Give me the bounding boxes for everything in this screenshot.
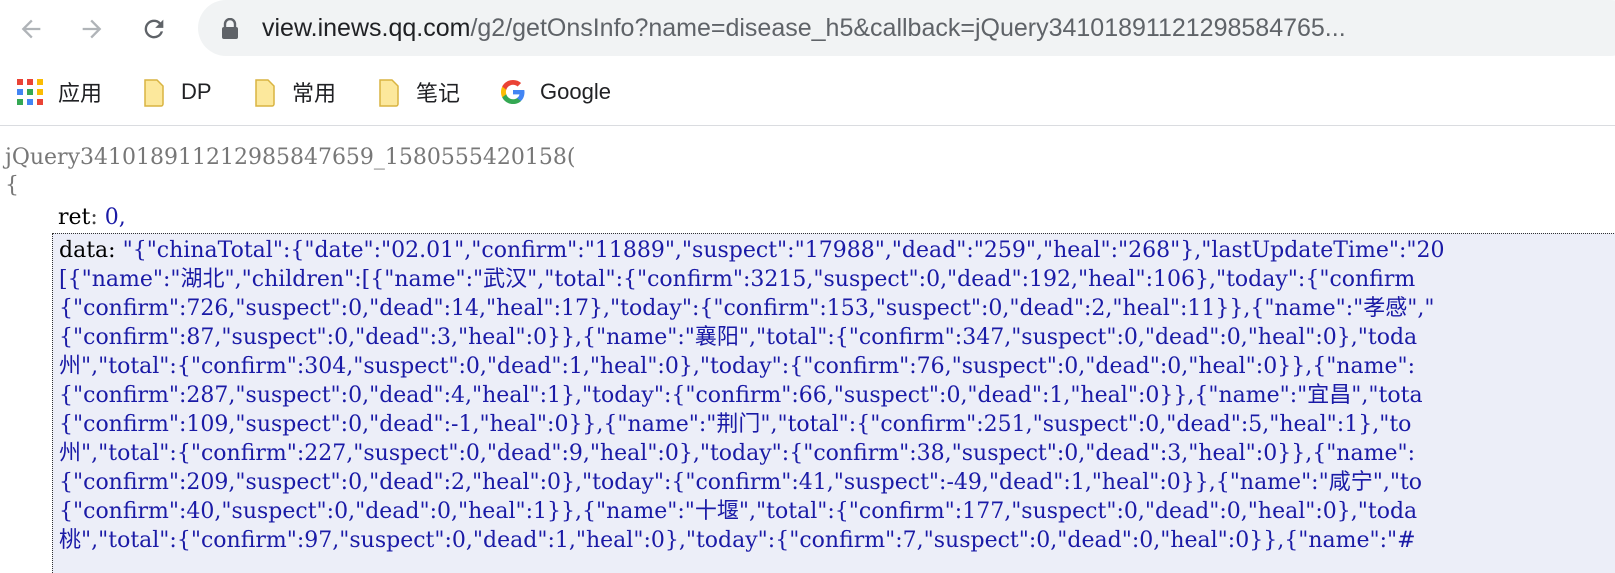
reload-icon [144, 19, 164, 39]
bookmark-label: 应用 [58, 81, 103, 106]
data-line: {"confirm":287,"suspect":0,"dead":4,"hea… [59, 383, 1423, 408]
data-line: {"confirm":209,"suspect":0,"dead":2,"hea… [59, 470, 1423, 495]
apps-grid-icon [17, 79, 43, 105]
bookmark-apps[interactable]: 应用 [16, 74, 102, 110]
bookmark-label: 常用 [292, 81, 337, 106]
data-line: {"confirm":40,"suspect":0,"dead":0,"heal… [59, 499, 1418, 524]
data-line: {"confirm":87,"suspect":0,"dead":3,"heal… [59, 325, 1418, 350]
data-line: data: "{"chinaTotal":{"date":"02.01","co… [59, 238, 1445, 263]
url-path: /g2/getOnsInfo?name=disease_h5&callback=… [470, 14, 1346, 42]
arrow-right-icon [82, 19, 102, 39]
ret-field: ret: 0, [58, 205, 126, 230]
ret-value: 0, [104, 205, 126, 230]
bookmark-notes[interactable]: 笔记 [378, 74, 460, 110]
data-line: {"confirm":109,"suspect":0,"dead":-1,"he… [59, 412, 1412, 437]
data-key: data [59, 238, 109, 263]
toolbar-divider [0, 125, 1615, 126]
url-text: view.inews.qq.com/g2/getOnsInfo?name=dis… [262, 11, 1582, 45]
bookmarks-bar: 应用 DP 常用 笔记 Google [0, 66, 1615, 118]
data-line: 州","total":{"confirm":227,"suspect":0,"d… [59, 441, 1416, 466]
data-field[interactable]: data: "{"chinaTotal":{"date":"02.01","co… [52, 233, 1615, 573]
bookmark-dp[interactable]: DP [143, 74, 212, 110]
jsonp-callback: jQuery341018911212985847659_158055542015… [5, 145, 576, 170]
forward-button[interactable] [72, 9, 112, 49]
google-icon [501, 80, 525, 104]
reload-button[interactable] [134, 9, 174, 49]
folder-icon [379, 79, 399, 107]
ret-key: ret [58, 205, 91, 230]
bookmark-label: DP [181, 79, 212, 104]
data-line-text: "{"chinaTotal":{"date":"02.01","confirm"… [115, 238, 1445, 263]
json-viewer: jQuery341018911212985847659_158055542015… [0, 127, 1615, 573]
folder-icon [144, 79, 164, 107]
folder-icon [255, 79, 275, 107]
back-button[interactable] [11, 9, 51, 49]
address-bar[interactable]: view.inews.qq.com/g2/getOnsInfo?name=dis… [198, 0, 1615, 56]
data-line: [{"name":"湖北","children":[{"name":"武汉","… [59, 267, 1416, 292]
data-line: 桃","total":{"confirm":97,"suspect":0,"de… [59, 528, 1416, 553]
bookmark-google[interactable]: Google [500, 74, 611, 110]
arrow-left-icon [21, 19, 41, 39]
data-line: 州","total":{"confirm":304,"suspect":0,"d… [59, 354, 1416, 379]
bookmark-common[interactable]: 常用 [254, 74, 336, 110]
bookmark-label: 笔记 [416, 81, 461, 106]
data-line: {"confirm":726,"suspect":0,"dead":14,"he… [59, 296, 1435, 321]
bookmark-label: Google [540, 79, 611, 104]
lock-icon [222, 18, 238, 39]
open-brace: { [5, 173, 19, 198]
url-host: view.inews.qq.com [262, 14, 471, 42]
browser-toolbar: view.inews.qq.com/g2/getOnsInfo?name=dis… [0, 0, 1615, 58]
